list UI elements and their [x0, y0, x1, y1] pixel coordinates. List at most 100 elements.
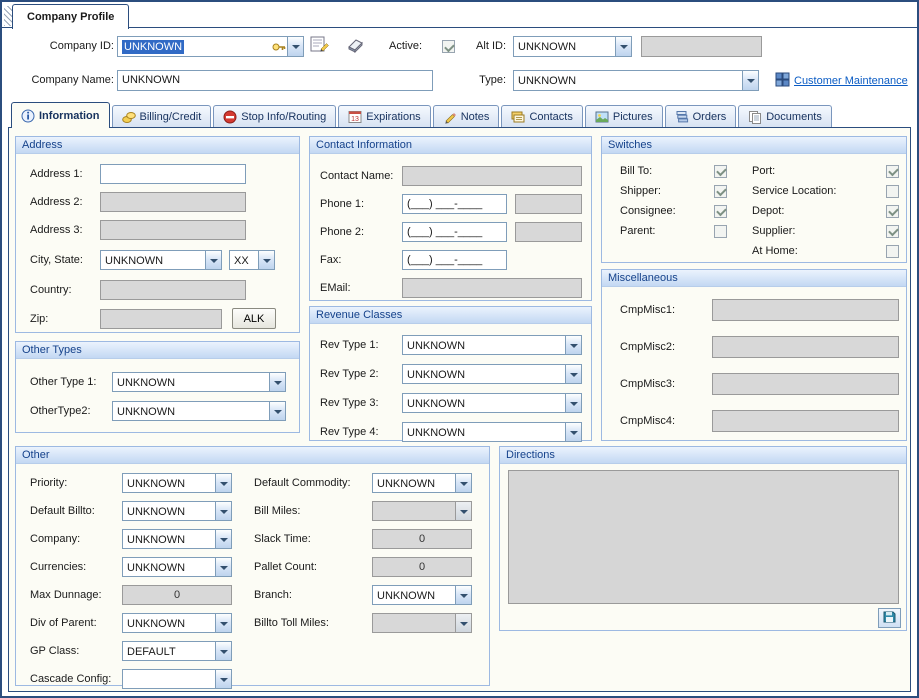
default-billto-combo[interactable]: UNKNOWN	[122, 501, 232, 521]
edit-letter-icon	[310, 41, 330, 56]
customer-maintenance-icon	[775, 72, 790, 90]
consignee-checkbox	[714, 205, 727, 218]
branch-combo[interactable]: UNKNOWN	[372, 585, 472, 605]
pallet-count-label: Pallet Count:	[254, 561, 372, 573]
address2-field	[100, 192, 246, 212]
pencil-icon	[443, 110, 457, 124]
cascade-config-label: Cascade Config:	[30, 673, 122, 685]
other-type1-combo[interactable]: UNKNOWN	[112, 372, 286, 392]
tab-pictures[interactable]: Pictures	[585, 105, 663, 127]
country-field	[100, 280, 246, 300]
rev-type2-combo[interactable]: UNKNOWN	[402, 364, 582, 384]
company-profile-window: Company Profile Company ID: UNKNOWN Acti…	[0, 0, 919, 698]
other-types-group: Other Types Other Type 1: UNKNOWN OtherT…	[15, 341, 300, 433]
rev-type1-combo[interactable]: UNKNOWN	[402, 335, 582, 355]
chevron-down-icon[interactable]	[215, 530, 231, 548]
key-icon[interactable]	[270, 37, 287, 56]
other-type2-combo[interactable]: UNKNOWN	[112, 401, 286, 421]
chevron-down-icon[interactable]	[215, 614, 231, 632]
phone1-field[interactable]: (___) ___-____	[402, 194, 507, 214]
eraser-icon	[345, 41, 365, 56]
cmpmisc3-field	[712, 373, 899, 395]
rev-type4-combo[interactable]: UNKNOWN	[402, 422, 582, 442]
type-combo[interactable]: UNKNOWN	[513, 70, 759, 91]
alt-id-label: Alt ID:	[454, 36, 506, 57]
phone2-field[interactable]: (___) ___-____	[402, 222, 507, 242]
phone2-label: Phone 2:	[320, 226, 402, 238]
currencies-combo[interactable]: UNKNOWN	[122, 557, 232, 577]
contact-cards-icon	[511, 110, 525, 124]
currencies-label: Currencies:	[30, 561, 122, 573]
priority-combo[interactable]: UNKNOWN	[122, 473, 232, 493]
chevron-down-icon[interactable]	[565, 423, 581, 441]
chevron-down-icon[interactable]	[215, 474, 231, 492]
save-directions-button[interactable]	[878, 608, 901, 628]
edit-letter-button[interactable]	[310, 35, 330, 56]
chevron-down-icon[interactable]	[215, 642, 231, 660]
tab-notes[interactable]: Notes	[433, 105, 500, 127]
address3-field	[100, 220, 246, 240]
tab-information[interactable]: Information	[11, 102, 110, 128]
chevron-down-icon[interactable]	[215, 670, 231, 688]
tab-contacts[interactable]: Contacts	[501, 105, 582, 127]
customer-maintenance-link[interactable]: Customer Maintenance	[794, 75, 908, 87]
alt-id-combo[interactable]: UNKNOWN	[513, 36, 632, 57]
chevron-down-icon[interactable]	[615, 37, 631, 56]
floppy-disk-icon	[883, 610, 896, 626]
parent-checkbox	[714, 225, 727, 238]
chevron-down-icon[interactable]	[565, 365, 581, 383]
chevron-down-icon[interactable]	[742, 71, 758, 90]
company-id-combo[interactable]: UNKNOWN	[117, 36, 304, 57]
other-type1-label: Other Type 1:	[30, 376, 112, 388]
chevron-down-icon[interactable]	[269, 373, 285, 391]
alk-button[interactable]: ALK	[232, 308, 276, 329]
tab-documents[interactable]: Documents	[738, 105, 832, 127]
chevron-down-icon[interactable]	[565, 394, 581, 412]
bill-miles-combo	[372, 501, 472, 521]
coins-icon	[122, 110, 136, 124]
chevron-down-icon[interactable]	[258, 251, 274, 269]
default-commodity-combo[interactable]: UNKNOWN	[372, 473, 472, 493]
company-profile-tab[interactable]: Company Profile	[12, 4, 129, 29]
chevron-down-icon[interactable]	[565, 336, 581, 354]
fax-label: Fax:	[320, 254, 402, 266]
pallet-count-field: 0	[372, 557, 472, 577]
directions-group: Directions	[499, 446, 907, 631]
rev-type3-combo[interactable]: UNKNOWN	[402, 393, 582, 413]
address2-label: Address 2:	[30, 196, 100, 208]
tab-expirations[interactable]: 13 Expirations	[338, 105, 430, 127]
cmpmisc2-field	[712, 336, 899, 358]
eraser-button[interactable]	[345, 37, 365, 56]
tab-stop-info-routing[interactable]: Stop Info/Routing	[213, 105, 336, 127]
address-group: Address Address 1: Address 2: Address 3:…	[15, 136, 300, 333]
default-billto-label: Default Billto:	[30, 505, 122, 517]
div-of-parent-combo[interactable]: UNKNOWN	[122, 613, 232, 633]
chevron-down-icon[interactable]	[205, 251, 221, 269]
phone1-label: Phone 1:	[320, 198, 402, 210]
chevron-down-icon[interactable]	[269, 402, 285, 420]
rev-type1-label: Rev Type 1:	[320, 339, 402, 351]
max-dunnage-label: Max Dunnage:	[30, 589, 122, 601]
at-home-checkbox	[886, 245, 899, 258]
bill-miles-label: Bill Miles:	[254, 505, 372, 517]
chevron-down-icon[interactable]	[455, 474, 471, 492]
state-combo[interactable]: XX	[229, 250, 275, 270]
tab-orders[interactable]: Orders	[665, 105, 737, 127]
chevron-down-icon[interactable]	[455, 586, 471, 604]
gp-class-combo[interactable]: DEFAULT	[122, 641, 232, 661]
company-name-field[interactable]: UNKNOWN	[117, 70, 433, 91]
fax-field[interactable]: (___) ___-____	[402, 250, 507, 270]
company-combo[interactable]: UNKNOWN	[122, 529, 232, 549]
slack-time-field: 0	[372, 529, 472, 549]
city-combo[interactable]: UNKNOWN	[100, 250, 222, 270]
chevron-down-icon[interactable]	[215, 502, 231, 520]
phone2-ext-field	[515, 222, 582, 242]
email-field	[402, 278, 582, 298]
tab-billing-credit[interactable]: Billing/Credit	[112, 105, 212, 127]
cascade-config-combo[interactable]	[122, 669, 232, 689]
supplier-label: Supplier:	[752, 225, 886, 237]
address1-field[interactable]	[100, 164, 246, 184]
chevron-down-icon[interactable]	[215, 558, 231, 576]
chevron-down-icon[interactable]	[287, 37, 303, 56]
window-title: Company Profile	[27, 11, 114, 23]
